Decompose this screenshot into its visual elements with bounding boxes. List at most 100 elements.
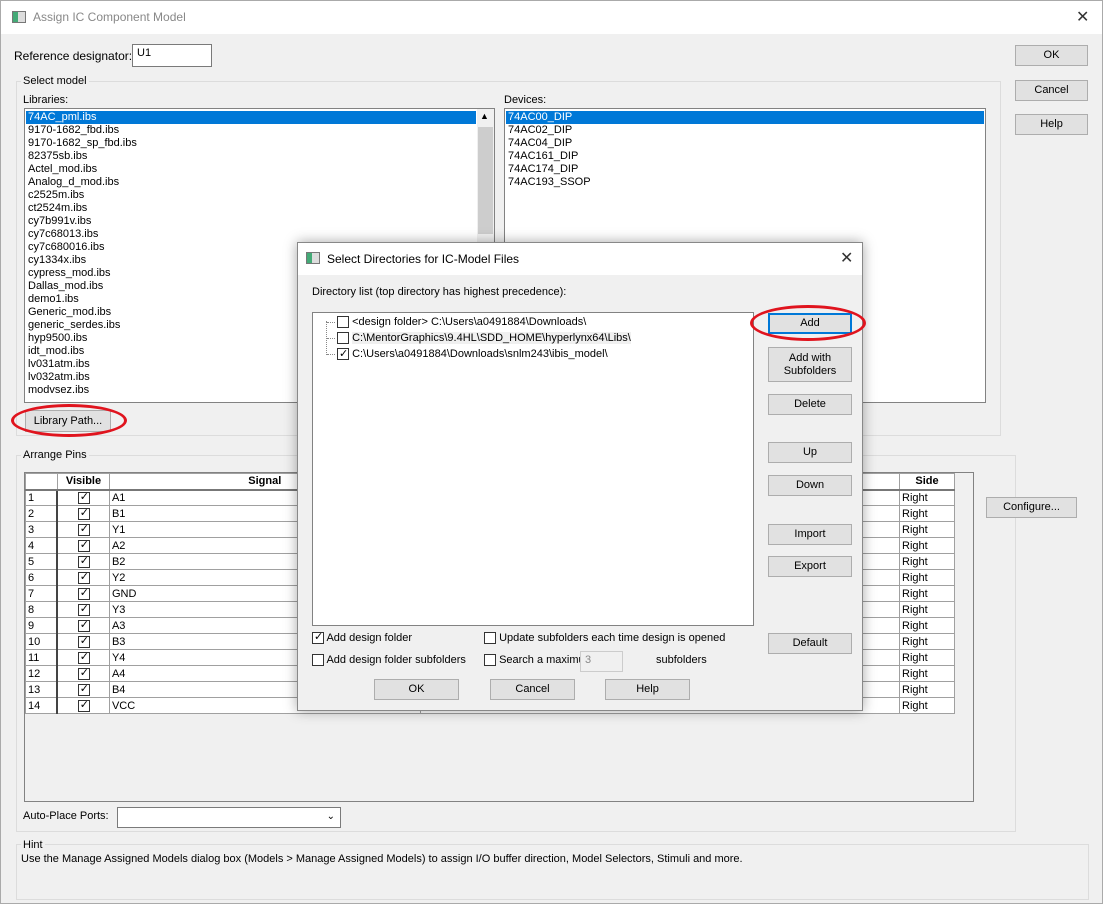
library-item[interactable]: 82375sb.ibs [26, 150, 476, 163]
visible-cell[interactable] [56, 681, 110, 698]
visible-checkbox[interactable] [77, 634, 90, 648]
library-item[interactable]: Analog_d_mod.ibs [26, 176, 476, 189]
row-number[interactable]: 13 [25, 681, 59, 698]
add-design-subfolders-checkbox[interactable] [312, 654, 324, 667]
visible-checkbox[interactable] [77, 650, 90, 664]
default-button[interactable]: Default [768, 633, 852, 654]
visible-checkbox[interactable] [77, 490, 90, 504]
visible-checkbox[interactable] [77, 554, 90, 568]
visible-cell[interactable] [56, 649, 110, 666]
row-number[interactable]: 3 [25, 521, 59, 538]
row-number[interactable]: 9 [25, 617, 59, 634]
row-number[interactable]: 8 [25, 601, 59, 618]
device-item[interactable]: 74AC174_DIP [506, 163, 984, 176]
library-item[interactable]: Actel_mod.ibs [26, 163, 476, 176]
visible-checkbox[interactable] [77, 618, 90, 632]
visible-checkbox[interactable] [77, 602, 90, 616]
device-item[interactable]: 74AC02_DIP [506, 124, 984, 137]
visible-cell[interactable] [56, 697, 110, 714]
directory-checkbox[interactable] [337, 346, 349, 362]
visible-cell[interactable] [56, 553, 110, 570]
side-cell[interactable]: Right [899, 585, 955, 602]
row-number[interactable]: 2 [25, 505, 59, 522]
cancel-button[interactable]: Cancel [1015, 80, 1088, 101]
row-number[interactable]: 6 [25, 569, 59, 586]
side-cell[interactable]: Right [899, 489, 955, 506]
dialog-help-button[interactable]: Help [605, 679, 690, 700]
row-number[interactable]: 11 [25, 649, 59, 666]
visible-cell[interactable] [56, 537, 110, 554]
visible-checkbox[interactable] [77, 682, 90, 696]
visible-checkbox[interactable] [77, 538, 90, 552]
device-item[interactable]: 74AC00_DIP [506, 111, 984, 124]
auto-place-select[interactable]: ⌄ [117, 807, 341, 828]
library-item[interactable]: c2525m.ibs [26, 189, 476, 202]
search-max-input[interactable]: 3 [580, 651, 623, 672]
library-item[interactable]: ct2524m.ibs [26, 202, 476, 215]
configure-button[interactable]: Configure... [986, 497, 1077, 518]
side-cell[interactable]: Right [899, 537, 955, 554]
side-cell[interactable]: Right [899, 601, 955, 618]
export-button[interactable]: Export [768, 556, 852, 577]
library-item[interactable]: 74AC_pml.ibs [26, 111, 476, 124]
device-item[interactable]: 74AC193_SSOP [506, 176, 984, 189]
visible-cell[interactable] [56, 505, 110, 522]
row-number[interactable]: 12 [25, 665, 59, 682]
visible-cell[interactable] [56, 617, 110, 634]
visible-cell[interactable] [56, 601, 110, 618]
row-number[interactable]: 7 [25, 585, 59, 602]
side-cell[interactable]: Right [899, 633, 955, 650]
add-design-folder-option[interactable]: Add design folder [312, 630, 412, 645]
import-button[interactable]: Import [768, 524, 852, 545]
update-subfolders-option[interactable]: Update subfolders each time design is op… [484, 632, 725, 645]
library-item[interactable]: cy7b991v.ibs [26, 215, 476, 228]
side-cell[interactable]: Right [899, 569, 955, 586]
row-number[interactable]: 1 [25, 489, 59, 506]
directory-list[interactable]: <design folder> C:\Users\a0491884\Downlo… [312, 312, 754, 626]
directory-checkbox[interactable] [337, 332, 349, 345]
directory-item[interactable]: C:\Users\a0491884\Downloads\snlm243\ibis… [313, 346, 753, 362]
up-button[interactable]: Up [768, 442, 852, 463]
visible-cell[interactable] [56, 521, 110, 538]
col-visible[interactable]: Visible [56, 473, 110, 491]
scroll-up-icon[interactable]: ▲ [480, 111, 489, 121]
device-item[interactable]: 74AC04_DIP [506, 137, 984, 150]
scrollbar-thumb[interactable] [478, 127, 493, 234]
side-cell[interactable]: Right [899, 553, 955, 570]
visible-cell[interactable] [56, 633, 110, 650]
visible-checkbox[interactable] [77, 666, 90, 680]
device-item[interactable]: 74AC161_DIP [506, 150, 984, 163]
row-number[interactable]: 10 [25, 633, 59, 650]
update-subfolders-checkbox[interactable] [484, 632, 496, 645]
dialog-close-icon[interactable]: ✕ [840, 248, 853, 268]
row-number[interactable]: 5 [25, 553, 59, 570]
visible-cell[interactable] [56, 569, 110, 586]
side-cell[interactable]: Right [899, 505, 955, 522]
close-icon[interactable]: ✕ [1076, 7, 1089, 27]
visible-cell[interactable] [56, 489, 110, 506]
side-cell[interactable]: Right [899, 649, 955, 666]
visible-checkbox[interactable] [77, 586, 90, 600]
side-cell[interactable]: Right [899, 521, 955, 538]
delete-button[interactable]: Delete [768, 394, 852, 415]
visible-cell[interactable] [56, 665, 110, 682]
search-max-checkbox[interactable] [484, 654, 496, 667]
visible-cell[interactable] [56, 585, 110, 602]
visible-checkbox[interactable] [77, 698, 90, 712]
ok-button[interactable]: OK [1015, 45, 1088, 66]
directory-item[interactable]: C:\MentorGraphics\9.4HL\SDD_HOME\hyperly… [313, 330, 753, 346]
dialog-cancel-button[interactable]: Cancel [490, 679, 575, 700]
side-cell[interactable]: Right [899, 681, 955, 698]
help-button[interactable]: Help [1015, 114, 1088, 135]
add-with-subfolders-button[interactable]: Add with Subfolders [768, 347, 852, 382]
directory-item[interactable]: <design folder> C:\Users\a0491884\Downlo… [313, 314, 753, 330]
col-side[interactable]: Side [899, 473, 955, 491]
add-design-folder-checkbox[interactable] [312, 630, 324, 645]
visible-checkbox[interactable] [77, 506, 90, 520]
library-item[interactable]: 9170-1682_fbd.ibs [26, 124, 476, 137]
down-button[interactable]: Down [768, 475, 852, 496]
side-cell[interactable]: Right [899, 697, 955, 714]
directory-checkbox[interactable] [337, 316, 349, 329]
side-cell[interactable]: Right [899, 617, 955, 634]
row-number[interactable]: 4 [25, 537, 59, 554]
